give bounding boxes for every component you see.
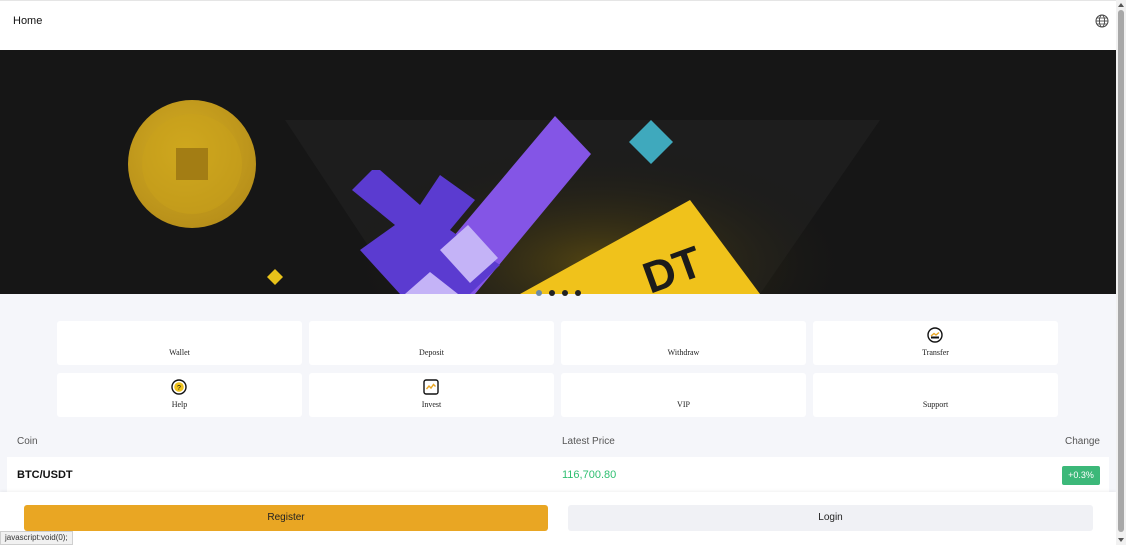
menu-item-wallet[interactable]: Wallet	[57, 321, 302, 365]
menu-item-label: VIP	[677, 400, 690, 409]
menu-item-label: Withdraw	[667, 348, 700, 357]
promo-banner[interactable]: DT	[0, 50, 1116, 294]
help-icon: ?	[171, 379, 187, 395]
transfer-icon	[927, 327, 943, 343]
vertical-scrollbar[interactable]	[1116, 0, 1126, 545]
carousel-dot[interactable]	[535, 290, 542, 296]
top-header: Home	[0, 0, 1116, 50]
scroll-up-arrow-icon[interactable]	[1118, 3, 1124, 7]
menu-item-label: Deposit	[419, 348, 444, 357]
banner-illustration: DT	[0, 50, 1116, 294]
scroll-down-arrow-icon[interactable]	[1118, 538, 1124, 542]
app-viewport: Home DT Wallet Deposit Withdraw Transfer…	[0, 0, 1116, 545]
menu-item-withdraw[interactable]: Withdraw	[561, 321, 806, 365]
register-button[interactable]: Register	[24, 505, 548, 531]
column-header-change: Change	[1064, 436, 1100, 447]
page-title: Home	[13, 15, 43, 27]
invest-chart-icon	[423, 379, 439, 395]
carousel-dots	[0, 290, 1116, 296]
change-badge: +0.3%	[1062, 466, 1100, 485]
coin-pair: BTC/USDT	[17, 469, 73, 481]
svg-text:?: ?	[177, 385, 181, 392]
menu-item-label: Invest	[421, 400, 442, 409]
market-table-header: Coin Latest Price Change	[7, 427, 1109, 457]
menu-item-help[interactable]: ? Help	[57, 373, 302, 417]
login-button[interactable]: Login	[568, 505, 1093, 531]
carousel-dot[interactable]	[561, 290, 568, 296]
latest-price: 116,700.80	[562, 469, 617, 481]
menu-item-invest[interactable]: Invest	[309, 373, 554, 417]
globe-icon[interactable]	[1095, 14, 1109, 28]
menu-item-transfer[interactable]: Transfer	[813, 321, 1058, 365]
bottom-action-bar: Register Login	[0, 492, 1116, 545]
browser-status-bar: javascript:void(0);	[0, 531, 73, 545]
menu-item-deposit[interactable]: Deposit	[309, 321, 554, 365]
scrollbar-thumb[interactable]	[1118, 10, 1124, 532]
column-header-coin: Coin	[17, 436, 38, 447]
menu-item-label: Transfer	[922, 348, 949, 357]
column-header-price: Latest Price	[562, 436, 615, 447]
menu-item-label: Support	[922, 400, 949, 409]
menu-item-label: Wallet	[169, 348, 190, 357]
carousel-dot[interactable]	[548, 290, 555, 296]
menu-item-vip[interactable]: VIP	[561, 373, 806, 417]
menu-item-label: Help	[171, 400, 188, 409]
menu-item-support[interactable]: Support	[813, 373, 1058, 417]
market-table: Coin Latest Price Change BTC/USDT 116,70…	[7, 427, 1109, 497]
carousel-dot[interactable]	[574, 290, 581, 296]
table-row[interactable]: BTC/USDT 116,700.80 +0.3%	[7, 457, 1109, 495]
